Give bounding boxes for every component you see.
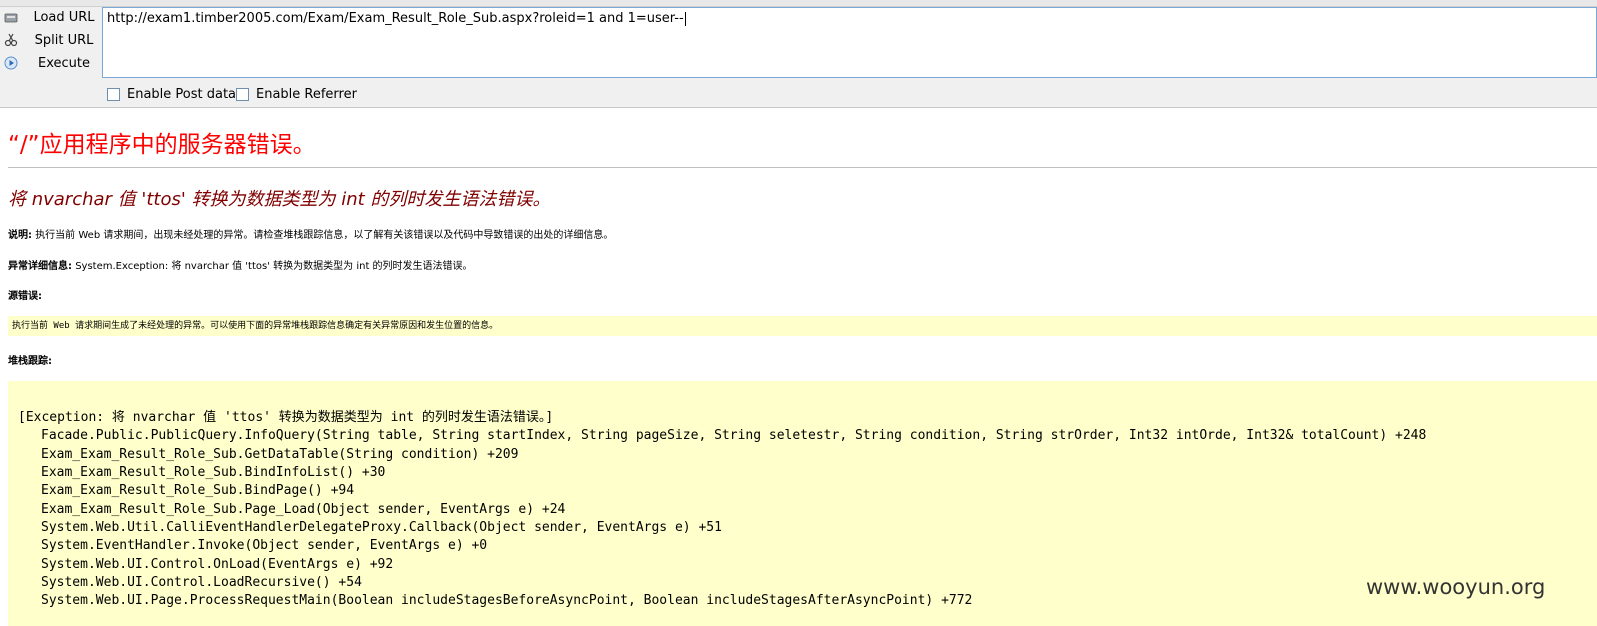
watermark-text: www.wooyun.org — [1366, 575, 1546, 599]
description-text: 执行当前 Web 请求期间，出现未经处理的异常。请检查堆栈跟踪信息，以了解有关该… — [35, 230, 614, 241]
split-url-icon — [4, 33, 18, 47]
stack-trace-line: Exam_Exam_Result_Role_Sub.BindPage() +94 — [41, 483, 355, 498]
exception-details-paragraph: 异常详细信息: System.Exception: 将 nvarchar 值 '… — [8, 257, 473, 272]
source-error-heading: 源错误: — [8, 287, 42, 302]
description-label: 说明: — [8, 230, 32, 241]
stack-trace-line: System.Web.UI.Control.LoadRecursive() +5… — [41, 575, 362, 590]
stack-trace-line: System.Web.UI.Page.ProcessRequestMain(Bo… — [41, 593, 973, 608]
stack-trace-heading: 堆栈跟踪: — [8, 352, 52, 367]
description-paragraph: 说明: 执行当前 Web 请求期间，出现未经处理的异常。请检查堆栈跟踪信息，以了… — [8, 226, 613, 241]
stack-trace-line: Facade.Public.PublicQuery.InfoQuery(Stri… — [41, 428, 1427, 443]
stack-trace-line: Exam_Exam_Result_Role_Sub.BindInfoList()… — [41, 465, 386, 480]
title-divider — [8, 167, 1597, 168]
source-error-box: 执行当前 Web 请求期间生成了未经处理的异常。可以使用下面的异常堆栈跟踪信息确… — [8, 316, 1597, 336]
checkbox-box[interactable] — [236, 88, 249, 101]
source-error-label: 源错误: — [8, 291, 42, 302]
execute-icon — [4, 56, 18, 70]
error-subtitle: 将 nvarchar 值 'ttos' 转换为数据类型为 int 的列时发生语法… — [8, 189, 551, 210]
enable-post-data-label: Enable Post data — [127, 87, 237, 102]
stack-trace-header: [Exception: 将 nvarchar 值 'ttos' 转换为数据类型为… — [18, 410, 554, 425]
stack-trace-line: System.Web.Util.CalliEventHandlerDelegat… — [41, 520, 722, 535]
page-title: “/”应用程序中的服务器错误。 — [8, 132, 316, 158]
text-caret — [684, 11, 686, 26]
execute-label: Execute — [38, 55, 90, 71]
stack-trace-line: Exam_Exam_Result_Role_Sub.Page_Load(Obje… — [41, 501, 566, 517]
load-url-label: Load URL — [33, 9, 95, 25]
load-url-icon — [4, 10, 18, 24]
enable-referrer-label: Enable Referrer — [256, 87, 357, 102]
enable-referrer-checkbox[interactable]: Enable Referrer — [236, 87, 357, 102]
source-error-text: 执行当前 Web 请求期间生成了未经处理的异常。可以使用下面的异常堆栈跟踪信息确… — [12, 321, 499, 331]
stack-trace-line: System.EventHandler.Invoke(Object sender… — [41, 538, 488, 553]
enable-post-data-checkbox[interactable]: Enable Post data — [107, 87, 236, 102]
exception-details-text: System.Exception: 将 nvarchar 值 'ttos' 转换… — [75, 261, 473, 272]
stack-trace-line: Exam_Exam_Result_Role_Sub.GetDataTable(S… — [41, 446, 519, 462]
hackbar-toolbar: Load URL Split URL Execute http://exam1.… — [0, 0, 1597, 108]
url-input-value: http://exam1.timber2005.com/Exam/Exam_Re… — [107, 11, 684, 26]
stack-trace-line: System.Web.UI.Control.OnLoad(EventArgs e… — [41, 556, 394, 572]
split-url-button[interactable]: Split URL — [0, 29, 100, 51]
checkbox-box[interactable] — [107, 88, 120, 101]
exception-details-label: 异常详细信息: — [8, 261, 72, 272]
toolbar-top-strip — [0, 0, 1597, 7]
execute-button[interactable]: Execute — [0, 52, 100, 74]
split-url-label: Split URL — [34, 32, 94, 48]
stack-trace-label: 堆栈跟踪: — [8, 356, 52, 367]
url-input[interactable]: http://exam1.timber2005.com/Exam/Exam_Re… — [102, 7, 1597, 78]
load-url-button[interactable]: Load URL — [0, 6, 100, 28]
stack-trace-box: [Exception: 将 nvarchar 值 'ttos' 转换为数据类型为… — [8, 381, 1597, 626]
